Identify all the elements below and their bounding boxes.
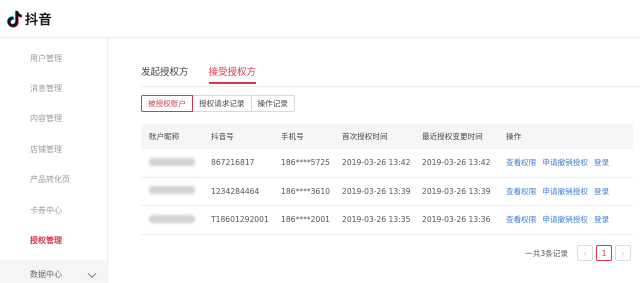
douyin-logo-icon	[6, 9, 22, 28]
tab-receiver[interactable]: 接受授权方	[208, 64, 256, 84]
view-permissions-link[interactable]: 查看权限	[506, 214, 536, 225]
login-link[interactable]: 登录	[594, 186, 609, 197]
header-nickname: 账户昵称	[149, 132, 180, 141]
login-link[interactable]: 登录	[594, 214, 609, 225]
phone-cell: 186****5725	[281, 158, 331, 168]
header-phone: 手机号	[281, 132, 304, 141]
sidebar-item-label: 用户管理	[30, 53, 62, 63]
table-row: T18601292001 186****2001 2019-03-26 13:3…	[141, 206, 633, 235]
first-auth-time-cell: 2019-03-26 13:35	[342, 215, 411, 225]
top-bar: 抖音	[0, 0, 640, 38]
last-change-time-cell: 2019-03-26 13:39	[422, 186, 491, 196]
sidebar-item-label: 产品转化页	[30, 175, 70, 185]
main-content: 发起授权方 接受授权方 被授权账户 授权请求记录 操作记录 账户昵称 抖音号 手…	[109, 38, 640, 283]
sidebar-item-coupons[interactable]: 卡券中心	[0, 195, 107, 225]
total-records: 一共3条记录	[525, 248, 568, 258]
sidebar-item-messages[interactable]: 消息管理	[0, 73, 107, 103]
douyin-id-cell: 867216817	[211, 158, 255, 168]
tab-bar: 发起授权方 接受授权方	[141, 64, 276, 84]
table-row: 867216817 186****5725 2019-03-26 13:42 2…	[141, 149, 633, 178]
sidebar: 用户管理 消息管理 内容管理 店铺管理 产品转化页 卡券中心 授权管理 数据中心	[0, 38, 108, 283]
nickname-cell	[141, 214, 211, 225]
sidebar-item-label: 数据中心	[30, 270, 62, 280]
subtab-operation-records[interactable]: 操作记录	[250, 95, 295, 112]
nickname-cell	[141, 157, 211, 168]
subtab-request-records[interactable]: 授权请求记录	[191, 95, 252, 112]
blurred-nickname	[149, 186, 195, 195]
sidebar-item-label: 卡券中心	[30, 205, 62, 215]
subtab-authorized-accounts[interactable]: 被授权账户	[141, 95, 193, 112]
last-change-time-cell: 2019-03-26 13:36	[422, 215, 491, 225]
sidebar-item-label: 消息管理	[30, 84, 62, 94]
phone-cell: 186****2001	[281, 215, 331, 225]
blurred-nickname	[149, 157, 195, 166]
view-permissions-link[interactable]: 查看权限	[506, 157, 536, 168]
login-link[interactable]: 登录	[594, 157, 609, 168]
blurred-nickname	[149, 214, 195, 223]
first-auth-time-cell: 2019-03-26 13:42	[342, 158, 411, 168]
tab-initiator[interactable]: 发起授权方	[141, 64, 189, 84]
subtab-group: 被授权账户 授权请求记录 操作记录	[141, 95, 295, 112]
nickname-cell	[141, 186, 211, 196]
next-page-button[interactable]: ›	[615, 245, 631, 261]
page-1-button[interactable]: 1	[596, 245, 612, 261]
logo[interactable]: 抖音	[6, 9, 52, 28]
header-first-auth-time: 首次授权时间	[342, 132, 388, 141]
first-auth-time-cell: 2019-03-26 13:39	[342, 186, 411, 196]
sidebar-item-data-center[interactable]: 数据中心	[0, 259, 107, 283]
header-douyin-id: 抖音号	[211, 132, 234, 141]
pagination: 一共3条记录 ‹ 1 ›	[525, 245, 631, 261]
actions-cell: 查看权限 申请撤销授权 登录	[506, 214, 633, 225]
prev-page-button[interactable]: ‹	[577, 245, 593, 261]
sidebar-item-authorization[interactable]: 授权管理	[0, 225, 107, 255]
table-header: 账户昵称 抖音号 手机号 首次授权时间 最近授权变更时间 操作	[141, 124, 633, 149]
view-permissions-link[interactable]: 查看权限	[506, 186, 536, 197]
sidebar-item-content[interactable]: 内容管理	[0, 104, 107, 134]
revoke-authorization-link[interactable]: 申请撤销授权	[542, 214, 588, 225]
douyin-id-cell: T18601292001	[211, 215, 269, 225]
douyin-id-cell: 1234284464	[211, 186, 260, 196]
table-row: 1234284464 186****3610 2019-03-26 13:39 …	[141, 178, 633, 206]
header-last-change-time: 最近授权变更时间	[422, 132, 483, 141]
sidebar-item-store[interactable]: 店铺管理	[0, 134, 107, 164]
sidebar-item-users[interactable]: 用户管理	[0, 43, 107, 73]
last-change-time-cell: 2019-03-26 13:42	[422, 158, 491, 168]
actions-cell: 查看权限 申请撤销授权 登录	[506, 157, 633, 168]
accounts-table: 账户昵称 抖音号 手机号 首次授权时间 最近授权变更时间 操作 86721681…	[141, 124, 633, 235]
actions-cell: 查看权限 申请撤销授权 登录	[506, 186, 633, 197]
revoke-authorization-link[interactable]: 申请撤销授权	[542, 157, 588, 168]
revoke-authorization-link[interactable]: 申请撤销授权	[542, 186, 588, 197]
header-actions: 操作	[506, 132, 522, 141]
tab-divider	[141, 86, 640, 87]
phone-cell: 186****3610	[281, 186, 331, 196]
sidebar-item-label: 店铺管理	[30, 144, 62, 154]
brand-name: 抖音	[25, 13, 53, 28]
sidebar-item-product-conversion[interactable]: 产品转化页	[0, 165, 107, 195]
sidebar-item-label: 授权管理	[30, 236, 62, 246]
sidebar-item-label: 内容管理	[30, 114, 62, 124]
chevron-down-icon	[87, 269, 97, 278]
